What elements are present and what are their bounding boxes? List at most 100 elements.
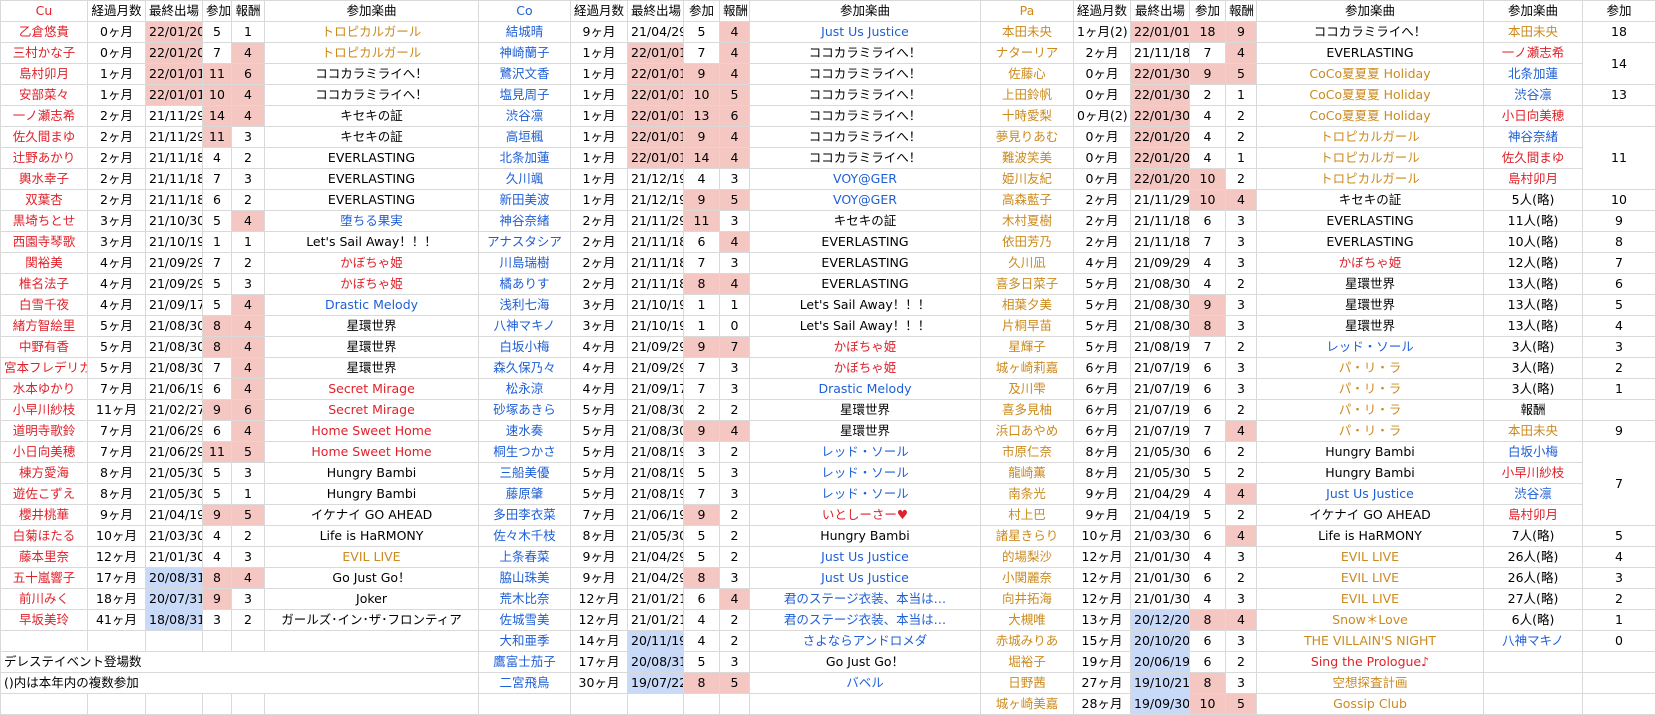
- cu-last-appearance[interactable]: 21/11/18: [145, 147, 203, 169]
- right-song-header[interactable]: 参加楽曲: [1483, 0, 1583, 22]
- co-song-title[interactable]: Just Us Justice: [749, 546, 981, 568]
- join-header[interactable]: 参加: [1189, 0, 1226, 22]
- summary-count[interactable]: 3: [1582, 567, 1655, 589]
- co-months-elapsed[interactable]: 12ヶ月: [570, 609, 628, 631]
- pa-song-title[interactable]: Hungry Bambi: [1256, 441, 1484, 463]
- cu-empty-cell[interactable]: [264, 630, 479, 652]
- cu-idol-name[interactable]: 前川みく: [0, 588, 88, 610]
- summary-count[interactable]: 10: [1582, 189, 1655, 211]
- cu-idol-name[interactable]: 白菊ほたる: [0, 525, 88, 547]
- co-last-appearance[interactable]: 21/11/18: [627, 273, 684, 295]
- co-reward-count[interactable]: 3: [719, 483, 750, 505]
- summary-empty-cell[interactable]: [1582, 651, 1655, 673]
- pa-months-elapsed[interactable]: 8ヶ月: [1073, 462, 1131, 484]
- co-empty-cell[interactable]: [570, 693, 628, 715]
- cu-idol-name[interactable]: 小早川紗枝: [0, 399, 88, 421]
- co-song-title[interactable]: キセキの証: [749, 210, 981, 232]
- co-months-elapsed[interactable]: 14ヶ月: [570, 630, 628, 652]
- pa-join-count[interactable]: 4: [1189, 588, 1226, 610]
- summary-count[interactable]: 0: [1582, 630, 1655, 652]
- co-song-title[interactable]: レッド・ソール: [749, 483, 981, 505]
- cu-reward-count[interactable]: 1: [231, 483, 265, 505]
- cu-last-appearance[interactable]: 20/08/31: [145, 567, 203, 589]
- co-join-count[interactable]: 8: [683, 273, 720, 295]
- pa-reward-count[interactable]: 3: [1225, 315, 1257, 337]
- cu-idol-name[interactable]: 水本ゆかり: [0, 378, 88, 400]
- cu-months-elapsed[interactable]: 17ヶ月: [87, 567, 146, 589]
- cu-last-appearance[interactable]: 21/04/19: [145, 504, 203, 526]
- co-months-elapsed[interactable]: 5ヶ月: [570, 483, 628, 505]
- co-song-title[interactable]: レッド・ソール: [749, 462, 981, 484]
- cu-song-title[interactable]: キセキの証: [264, 126, 479, 148]
- pa-reward-count[interactable]: 2: [1225, 336, 1257, 358]
- pa-months-elapsed[interactable]: 5ヶ月: [1073, 336, 1131, 358]
- summary-count[interactable]: 7: [1582, 441, 1655, 526]
- pa-idol-name[interactable]: 夢見りあむ: [980, 126, 1074, 148]
- pa-idol-name[interactable]: 向井拓海: [980, 588, 1074, 610]
- cu-idol-name[interactable]: 棟方愛海: [0, 462, 88, 484]
- cu-reward-count[interactable]: 2: [231, 147, 265, 169]
- co-join-count[interactable]: 9: [683, 504, 720, 526]
- pa-idol-name[interactable]: 依田芳乃: [980, 231, 1074, 253]
- summary-count[interactable]: 5: [1582, 294, 1655, 316]
- pa-months-elapsed[interactable]: 0ヶ月(2): [1073, 105, 1131, 127]
- co-last-appearance[interactable]: 22/01/01: [627, 42, 684, 64]
- co-months-elapsed[interactable]: 1ヶ月: [570, 168, 628, 190]
- co-join-count[interactable]: 1: [683, 294, 720, 316]
- co-last-appearance[interactable]: 21/08/30: [627, 420, 684, 442]
- pa-reward-count[interactable]: 2: [1225, 273, 1257, 295]
- cu-last-appearance[interactable]: 22/01/01: [145, 63, 203, 85]
- cu-song-title[interactable]: Secret Mirage: [264, 378, 479, 400]
- months-header[interactable]: 経過月数: [1073, 0, 1131, 22]
- cu-months-elapsed[interactable]: 0ヶ月: [87, 21, 146, 43]
- co-months-elapsed[interactable]: 1ヶ月: [570, 63, 628, 85]
- cu-last-appearance[interactable]: 21/10/30: [145, 210, 203, 232]
- co-join-count[interactable]: 6: [683, 588, 720, 610]
- co-idol-name[interactable]: 北条加蓮: [478, 147, 571, 169]
- co-idol-name[interactable]: 川島瑞樹: [478, 252, 571, 274]
- pa-reward-count[interactable]: 2: [1225, 441, 1257, 463]
- summary-idol[interactable]: 5人(略): [1483, 189, 1583, 211]
- pa-idol-name[interactable]: 姫川友紀: [980, 168, 1074, 190]
- co-months-elapsed[interactable]: 3ヶ月: [570, 315, 628, 337]
- co-reward-count[interactable]: 2: [719, 525, 750, 547]
- summary-count[interactable]: 8: [1582, 231, 1655, 253]
- cu-last-appearance[interactable]: 21/09/29: [145, 252, 203, 274]
- pa-reward-count[interactable]: 4: [1225, 483, 1257, 505]
- cu-reward-count[interactable]: 4: [231, 315, 265, 337]
- pa-reward-count[interactable]: 3: [1225, 546, 1257, 568]
- pa-last-appearance[interactable]: 22/01/30: [1130, 105, 1190, 127]
- pa-reward-count[interactable]: 1: [1225, 84, 1257, 106]
- co-last-appearance[interactable]: 21/12/19: [627, 168, 684, 190]
- pa-months-elapsed[interactable]: 0ヶ月: [1073, 63, 1131, 85]
- co-join-count[interactable]: 4: [683, 630, 720, 652]
- co-idol-name[interactable]: 大和亜季: [478, 630, 571, 652]
- pa-idol-name[interactable]: 及川雫: [980, 378, 1074, 400]
- co-song-title[interactable]: 星環世界: [749, 399, 981, 421]
- cu-idol-name[interactable]: 双葉杏: [0, 189, 88, 211]
- co-join-count[interactable]: 3: [683, 441, 720, 463]
- co-song-title[interactable]: Let's Sail Away！！！: [749, 294, 981, 316]
- cu-song-title[interactable]: かぼちゃ姫: [264, 252, 479, 274]
- co-months-elapsed[interactable]: 1ヶ月: [570, 84, 628, 106]
- co-idol-name[interactable]: 高垣楓: [478, 126, 571, 148]
- co-join-count[interactable]: 8: [683, 672, 720, 694]
- pa-join-count[interactable]: 7: [1189, 420, 1226, 442]
- pa-join-count[interactable]: 6: [1189, 525, 1226, 547]
- pa-song-title[interactable]: パ・リ・ラ: [1256, 420, 1484, 442]
- co-song-title[interactable]: EVERLASTING: [749, 231, 981, 253]
- pa-idol-name[interactable]: 相葉夕美: [980, 294, 1074, 316]
- cu-last-appearance[interactable]: 21/09/17: [145, 294, 203, 316]
- summary-count[interactable]: 3: [1582, 336, 1655, 358]
- pa-join-count[interactable]: 8: [1189, 315, 1226, 337]
- pa-song-title[interactable]: THE VILLAIN'S NIGHT: [1256, 630, 1484, 652]
- pa-idol-name[interactable]: 星輝子: [980, 336, 1074, 358]
- cu-join-count[interactable]: 9: [202, 399, 232, 421]
- co-idol-name[interactable]: 多田李衣菜: [478, 504, 571, 526]
- pa-last-appearance[interactable]: 21/08/30: [1130, 315, 1190, 337]
- summary-idol[interactable]: 7人(略): [1483, 525, 1583, 547]
- cu-reward-count[interactable]: 4: [231, 210, 265, 232]
- co-months-elapsed[interactable]: 5ヶ月: [570, 420, 628, 442]
- co-months-elapsed[interactable]: 4ヶ月: [570, 357, 628, 379]
- summary-idol[interactable]: 一ノ瀬志希: [1483, 42, 1583, 64]
